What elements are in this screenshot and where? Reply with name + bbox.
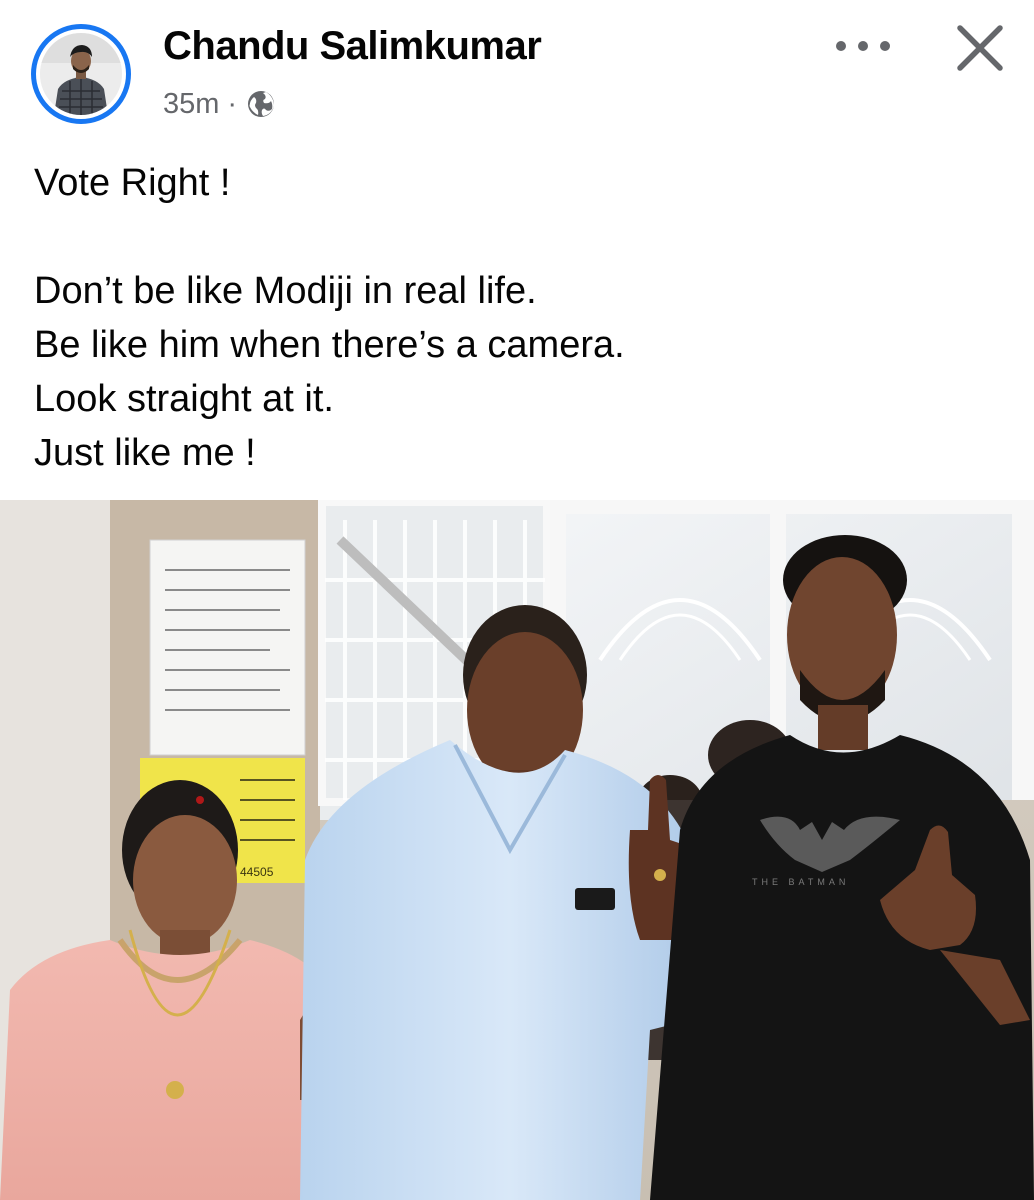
more-options-button[interactable]	[830, 24, 896, 68]
post-text-line: Look straight at it.	[34, 378, 334, 420]
post-text-line: Vote Right !	[34, 162, 231, 204]
post-text-line: Just like me !	[34, 432, 256, 474]
post-photo[interactable]: 44505 THE BATMAN	[0, 500, 1034, 1200]
avatar-image	[40, 33, 122, 115]
meta-separator: ·	[227, 87, 238, 120]
post-meta: 35m ·	[163, 86, 277, 122]
author-name[interactable]: Chandu Salimkumar	[163, 24, 542, 69]
globe-icon	[245, 88, 277, 120]
post-text-line: Be like him when there’s a camera.	[34, 324, 625, 366]
timestamp[interactable]: 35m	[163, 88, 219, 121]
more-options-icon	[836, 41, 890, 51]
close-icon	[957, 25, 1003, 71]
post-text-line: Don’t be like Modiji in real life.	[34, 270, 537, 312]
facebook-post: Chandu Salimkumar 35m · Vote Right ! Don…	[0, 0, 1034, 1200]
post-text: Vote Right ! Don’t be like Modiji in rea…	[34, 156, 625, 480]
photo-image: 44505 THE BATMAN	[0, 500, 1034, 1200]
close-button[interactable]	[952, 20, 1008, 76]
tshirt-text: THE BATMAN	[752, 877, 849, 887]
avatar[interactable]	[31, 24, 131, 124]
poster-number: 44505	[240, 865, 274, 879]
post-header: Chandu Salimkumar 35m ·	[0, 0, 1034, 140]
